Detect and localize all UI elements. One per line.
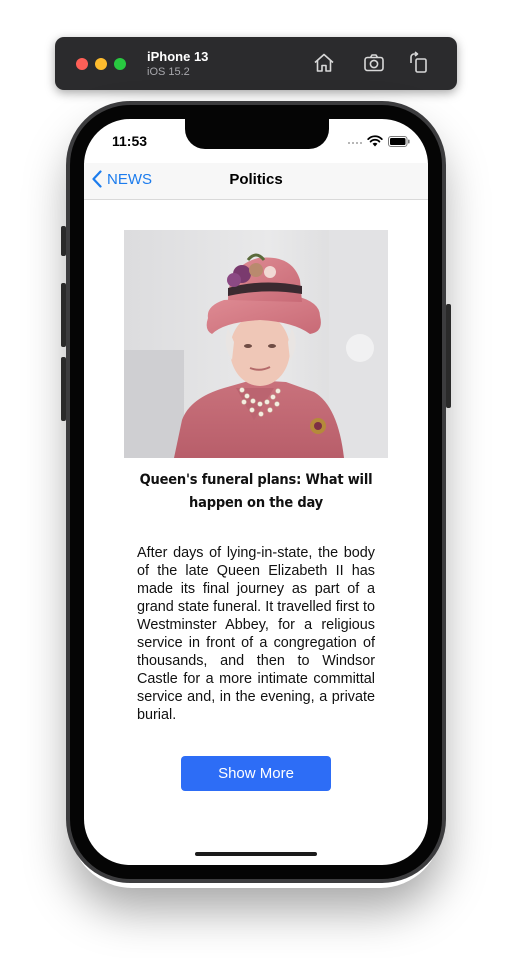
status-time: 11:53	[112, 133, 148, 149]
side-button	[446, 304, 451, 408]
minimize-window-button[interactable]	[95, 58, 107, 70]
notch	[185, 119, 329, 149]
navigation-bar: NEWS Politics	[84, 163, 428, 200]
device-name: iPhone 13	[147, 49, 209, 64]
page-title: Politics	[229, 171, 283, 188]
battery-icon	[388, 134, 410, 152]
article-image	[124, 230, 388, 458]
close-window-button[interactable]	[76, 58, 88, 70]
rotate-icon[interactable]	[407, 51, 431, 75]
zoom-window-button[interactable]	[114, 58, 126, 70]
article-headline: Queen's funeral plans: What will happen …	[139, 472, 373, 511]
status-icons	[348, 134, 410, 152]
screenshot-icon[interactable]	[362, 51, 386, 75]
phone-screen: 11:53 NEWS Politics Queen's funeral plan…	[84, 119, 428, 865]
home-indicator	[195, 852, 317, 856]
cellular-dots-icon	[348, 142, 362, 144]
os-version: iOS 15.2	[147, 66, 190, 78]
show-more-button[interactable]: Show More	[181, 756, 331, 791]
home-icon[interactable]	[312, 51, 336, 75]
wifi-icon	[367, 134, 383, 152]
article-body: After days of lying-in-state, the body o…	[137, 545, 375, 723]
simulator-toolbar: iPhone 13 iOS 15.2	[55, 37, 457, 90]
